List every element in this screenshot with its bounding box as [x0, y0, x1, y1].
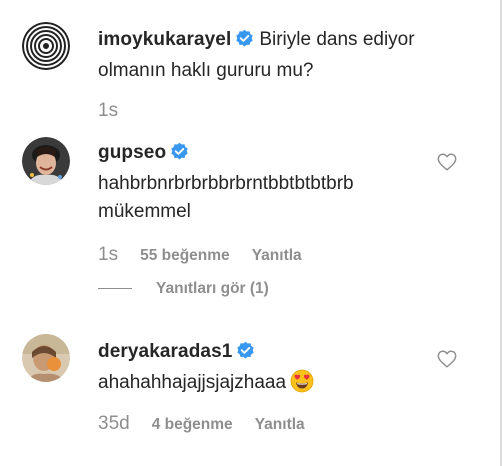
- likes-count-button[interactable]: 55 beğenme: [140, 247, 230, 264]
- view-replies-button[interactable]: Yanıtları gör (1): [98, 280, 269, 298]
- like-heart-icon[interactable]: [436, 348, 458, 370]
- comment-body: gupseo hahbrbnrbrbrbbrbrntbbtbtbtbrb müke…: [98, 139, 438, 226]
- comment-username[interactable]: deryakaradas1: [98, 341, 232, 362]
- comment-time[interactable]: 35d: [98, 413, 130, 434]
- comment-meta: 1s: [98, 100, 140, 122]
- comment-username[interactable]: gupseo: [98, 142, 166, 163]
- verified-badge-icon: [236, 341, 255, 369]
- spiral-avatar[interactable]: [22, 22, 70, 70]
- user-photo-avatar[interactable]: [22, 137, 70, 185]
- replies-dash: [98, 288, 132, 290]
- user-photo-avatar[interactable]: [22, 334, 70, 382]
- reply-button[interactable]: Yanıtla: [252, 247, 302, 264]
- comment-body: imoykukarayel Biriyle dans ediyor olmanın…: [98, 26, 438, 85]
- view-replies-label: Yanıtları gör (1): [156, 280, 269, 297]
- like-heart-icon[interactable]: [436, 151, 458, 173]
- heart-eyes-emoji-icon: [290, 369, 314, 402]
- reply-button[interactable]: Yanıtla: [255, 416, 305, 433]
- comment-body: deryakaradas1 ahahahhajajjsjajzhaaa: [98, 338, 438, 402]
- comment-text: hahbrbnrbrbrbbrbrntbbtbtbtbrb mükemmel: [98, 173, 354, 222]
- comment-time[interactable]: 1s: [98, 244, 118, 265]
- verified-badge-icon: [235, 29, 254, 57]
- verified-badge-icon: [170, 142, 189, 170]
- comment-time[interactable]: 1s: [98, 100, 118, 121]
- comment-meta: 1s 55 beğenme Yanıtla: [98, 244, 324, 266]
- likes-count-button[interactable]: 4 beğenme: [152, 416, 233, 433]
- comment-username[interactable]: imoykukarayel: [98, 29, 231, 50]
- comment-meta: 35d 4 beğenme Yanıtla: [98, 413, 327, 435]
- comment-text: ahahahhajajjsjajzhaaa: [98, 372, 287, 393]
